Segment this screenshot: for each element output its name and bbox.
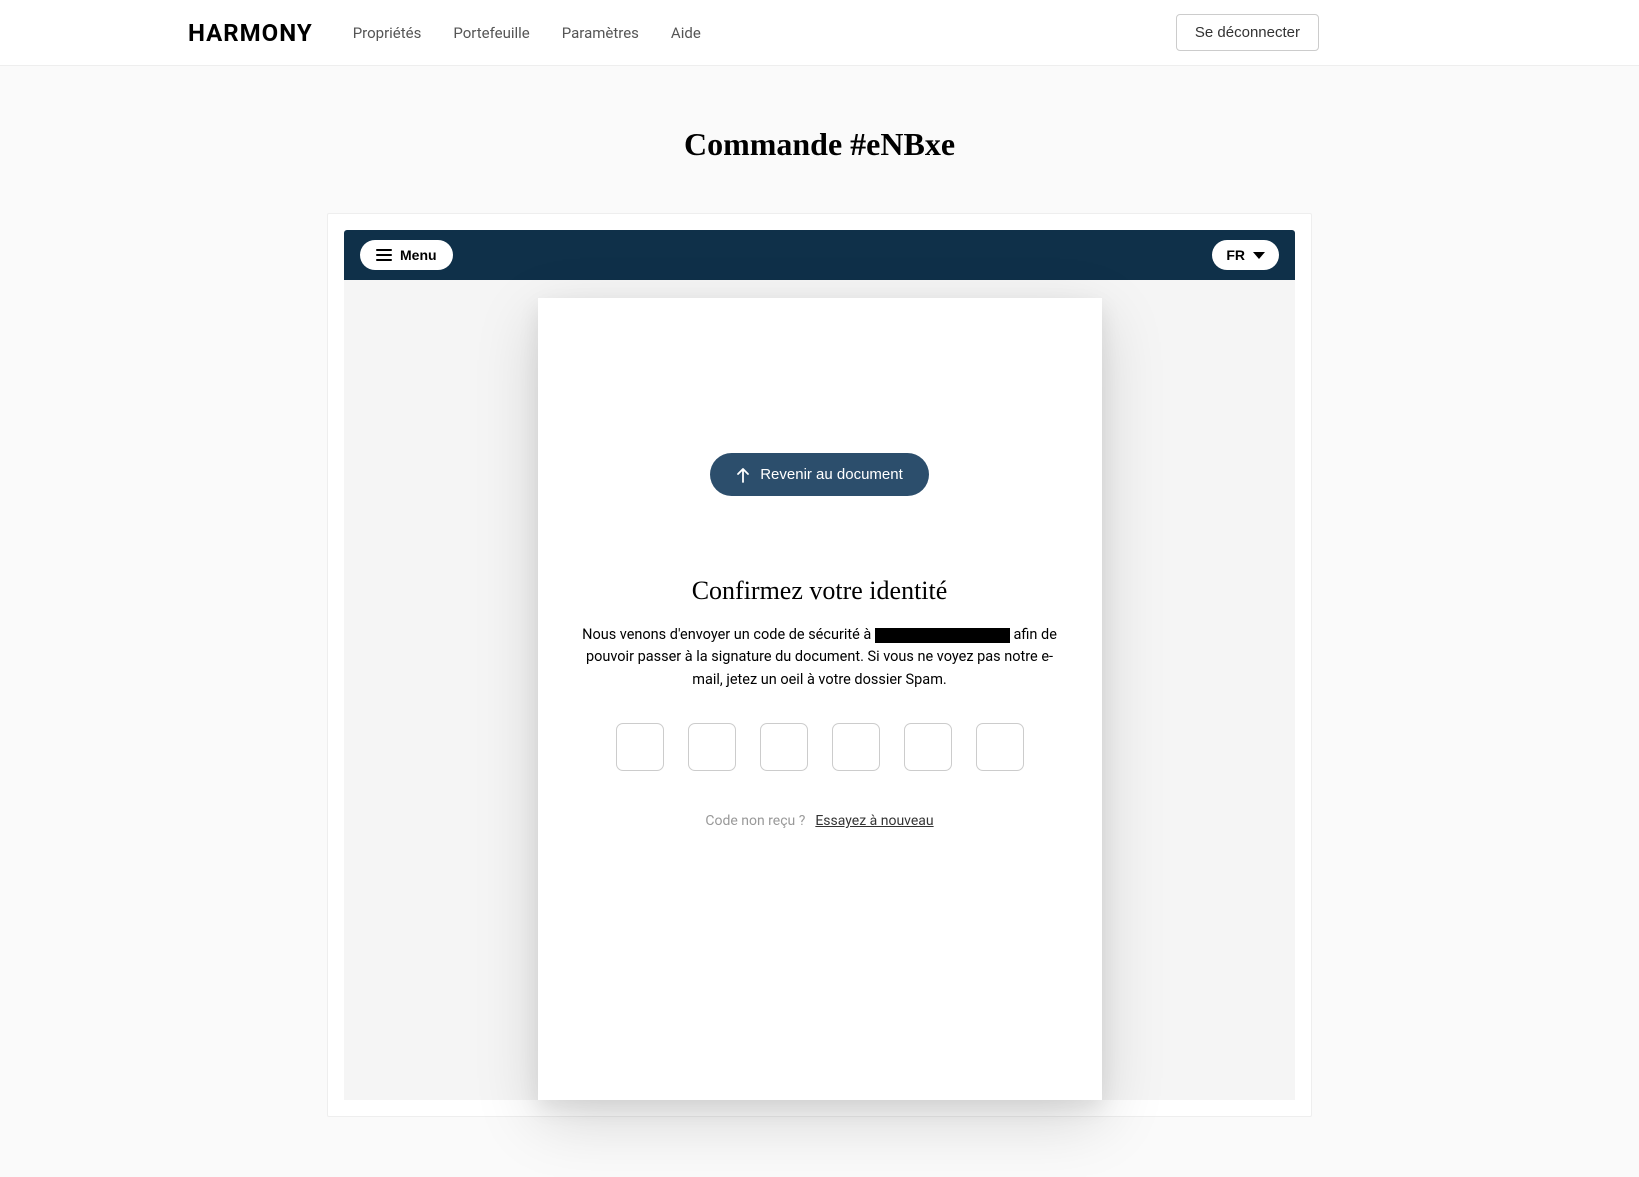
hamburger-icon: [376, 249, 392, 261]
page-title: Commande #eNBxe: [0, 126, 1639, 163]
resend-question: Code non reçu ?: [705, 813, 805, 829]
embed-body: Revenir au document Confirmez votre iden…: [344, 280, 1295, 1100]
language-label: FR: [1226, 247, 1245, 263]
main-content: Commande #eNBxe Menu FR: [0, 66, 1639, 1177]
code-digit-4[interactable]: [832, 723, 880, 771]
nav-properties[interactable]: Propriétés: [353, 24, 422, 42]
menu-button[interactable]: Menu: [360, 240, 453, 270]
top-nav: HARMONY Propriétés Portefeuille Paramètr…: [0, 0, 1639, 66]
logo: HARMONY: [188, 19, 313, 47]
nav-settings[interactable]: Paramètres: [562, 24, 639, 42]
code-digit-6[interactable]: [976, 723, 1024, 771]
code-digit-1[interactable]: [616, 723, 664, 771]
logout-button[interactable]: Se déconnecter: [1176, 14, 1319, 51]
code-digit-3[interactable]: [760, 723, 808, 771]
code-inputs: [616, 723, 1024, 771]
return-label: Revenir au document: [760, 466, 903, 483]
menu-label: Menu: [400, 247, 437, 263]
embed-header: Menu FR: [344, 230, 1295, 280]
verification-card: Revenir au document Confirmez votre iden…: [538, 298, 1102, 1100]
arrow-up-icon: [736, 467, 750, 483]
return-to-document-button[interactable]: Revenir au document: [710, 453, 929, 496]
resend-link[interactable]: Essayez à nouveau: [815, 813, 933, 829]
code-digit-2[interactable]: [688, 723, 736, 771]
caret-down-icon: [1253, 252, 1265, 259]
language-button[interactable]: FR: [1212, 240, 1279, 270]
confirm-identity-title: Confirmez votre identité: [692, 576, 948, 606]
nav-help[interactable]: Aide: [671, 24, 701, 42]
nav-portfolio[interactable]: Portefeuille: [453, 24, 529, 42]
resend-row: Code non reçu ? Essayez à nouveau: [705, 813, 933, 829]
confirm-text-before: Nous venons d'envoyer un code de sécurit…: [582, 626, 875, 643]
redacted-email: [875, 628, 1010, 643]
confirm-text: Nous venons d'envoyer un code de sécurit…: [575, 624, 1065, 691]
embedded-container: Menu FR Revenir au document: [327, 213, 1312, 1117]
code-digit-5[interactable]: [904, 723, 952, 771]
